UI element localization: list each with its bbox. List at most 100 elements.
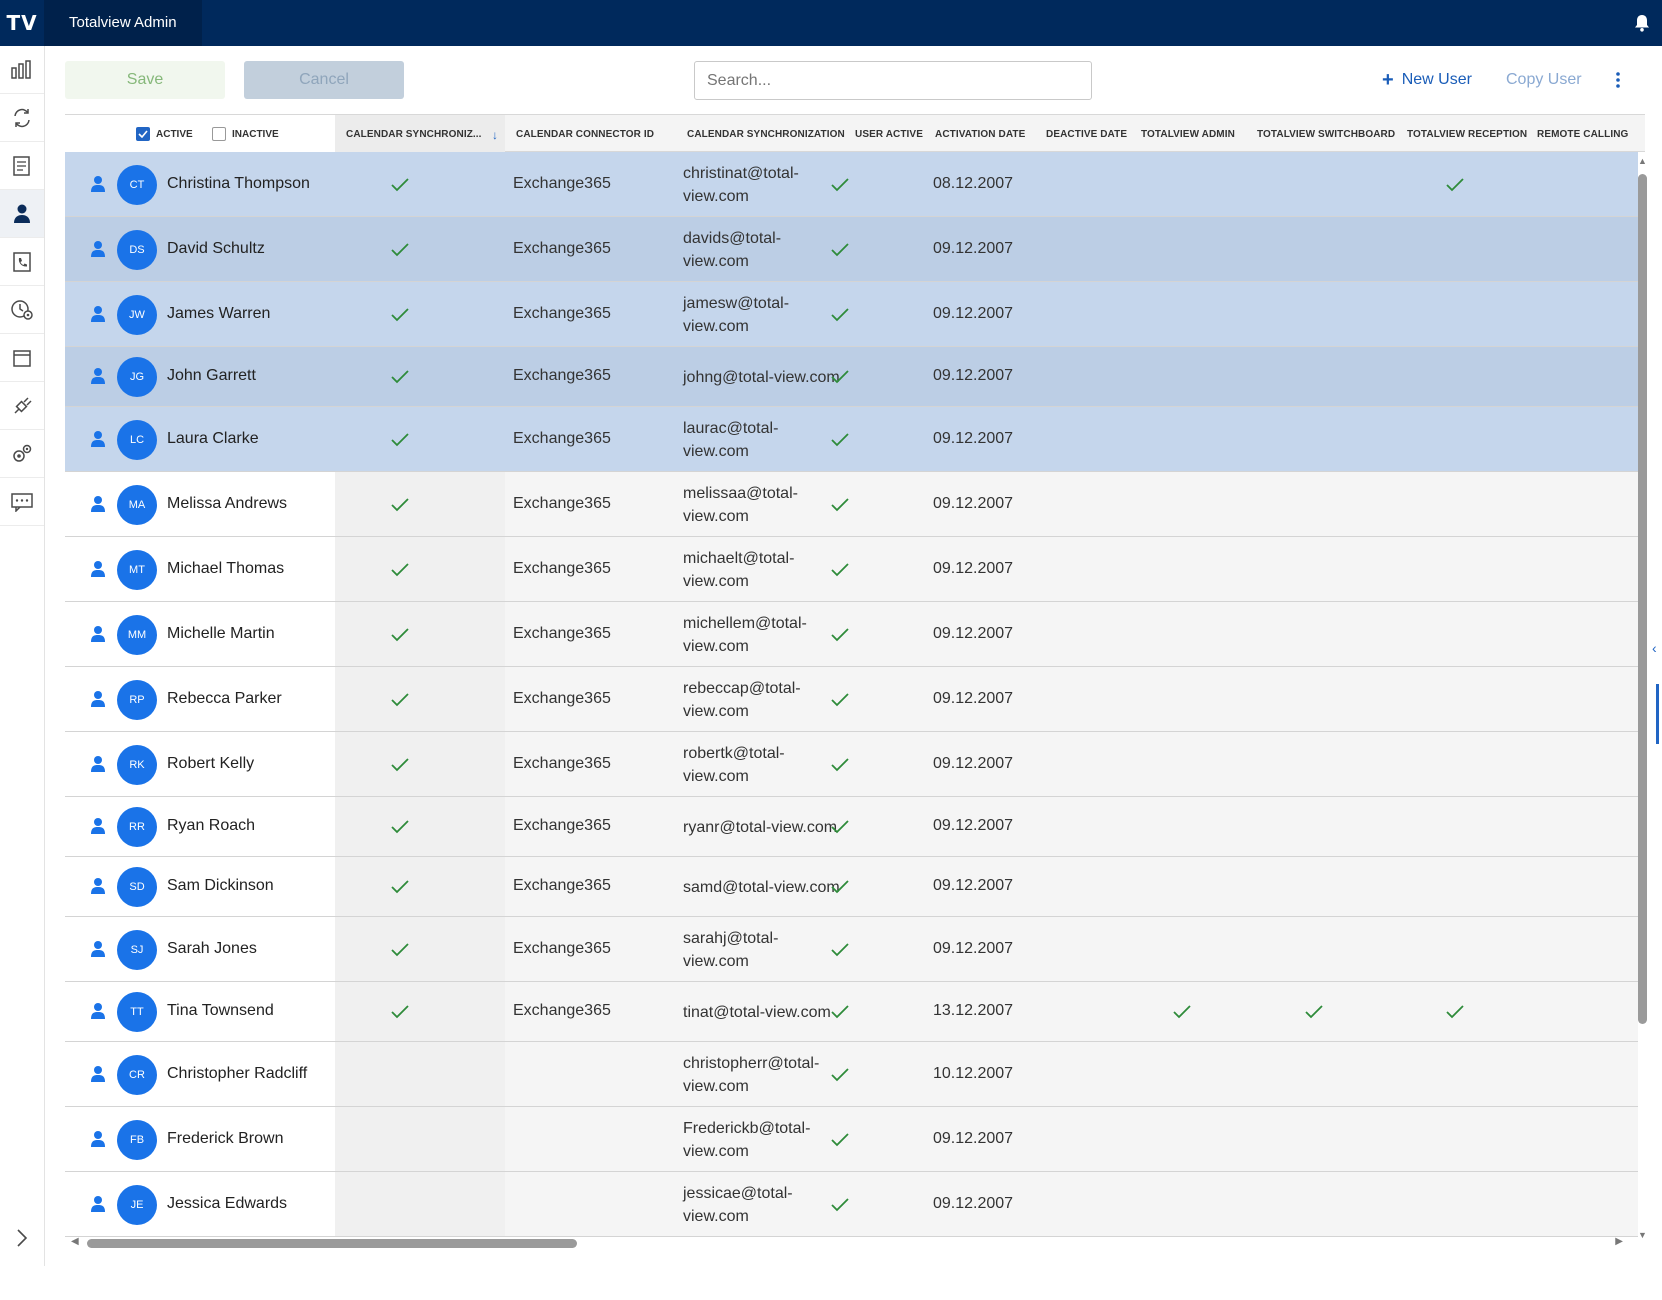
copy-user-button[interactable]: Copy User — [1506, 61, 1582, 99]
user-type-icon — [91, 878, 105, 894]
user-active-check-icon — [831, 757, 849, 771]
activation-date: 09.12.2007 — [933, 689, 1014, 707]
email-cell: michellem@total-view.com — [683, 614, 807, 655]
column-header-totalview-switchboard[interactable]: TOTALVIEW SWITCHBOARD — [1257, 115, 1395, 153]
sync-cell — [335, 1042, 505, 1106]
sidebar-item-settings[interactable] — [0, 430, 44, 478]
table-row[interactable]: MM Michelle Martin Exchange365 michellem@to… — [65, 602, 1638, 667]
column-header-activation-date[interactable]: ACTIVATION DATE — [935, 115, 1025, 153]
horizontal-scroll-thumb[interactable] — [87, 1239, 577, 1248]
column-header-deactive-date[interactable]: DEACTIVE DATE — [1046, 115, 1127, 153]
avatar: MT — [117, 549, 157, 590]
column-header-calendar-sync[interactable]: CALENDAR SYNCHRONIZ... — [346, 115, 482, 153]
email-cell: melissaa@total-view.com — [683, 484, 798, 525]
column-header-connector-id[interactable]: CALENDAR CONNECTOR ID — [516, 115, 654, 153]
plug-icon — [14, 396, 32, 414]
email-cell: michaelt@total-view.com — [683, 549, 795, 590]
chevron-right-icon — [17, 1229, 28, 1247]
table-row[interactable]: CT Christina Thompson Exchange365 christina… — [65, 152, 1638, 217]
table-row[interactable]: RP Rebecca Parker Exchange365 rebeccap@tota… — [65, 667, 1638, 732]
table-row[interactable]: SD Sam Dickinson Exchange365 samd@total-vie… — [65, 857, 1638, 917]
cancel-button[interactable]: Cancel — [244, 61, 404, 99]
new-user-button[interactable]: + New User — [1382, 61, 1472, 99]
sidebar-item-statistics[interactable] — [0, 46, 44, 94]
more-options-button[interactable] — [1608, 61, 1628, 99]
table-row[interactable]: MT Michael Thomas Exchange365 michaelt@tota… — [65, 537, 1638, 602]
sidebar-item-sync[interactable] — [0, 94, 44, 142]
user-active-check-icon — [831, 1067, 849, 1081]
table-row[interactable]: MA Melissa Andrews Exchange365 melissaa@tot… — [65, 472, 1638, 537]
email-cell: christinat@total-view.com — [683, 164, 799, 205]
column-header-totalview-reception[interactable]: TOTALVIEW RECEPTION — [1407, 115, 1527, 153]
inactive-checkbox[interactable] — [212, 127, 226, 141]
table-row[interactable]: FB Frederick Brown Frederickb@total-view.c… — [65, 1107, 1638, 1172]
user-name: Robert Kelly — [167, 754, 255, 772]
table-row[interactable]: DS David Schultz Exchange365 davids@total-v… — [65, 217, 1638, 282]
sidebar-item-calendar[interactable] — [0, 334, 44, 382]
connector-id: Exchange365 — [513, 239, 611, 257]
email-cell: Frederickb@total-view.com — [683, 1119, 811, 1160]
table-row[interactable]: TT Tina Townsend Exchange365 tinat@total-vi… — [65, 982, 1638, 1042]
horizontal-scrollbar[interactable]: ◀ ▶ — [65, 1236, 1625, 1250]
side-panel-handle[interactable] — [1656, 684, 1659, 744]
sidebar-item-documents[interactable] — [0, 142, 44, 190]
email-cell: samd@total-view.com — [683, 879, 840, 896]
scroll-right-arrow[interactable]: ▶ — [1615, 1236, 1623, 1247]
avatar: LC — [117, 419, 157, 460]
side-panel-toggle-icon[interactable]: ‹ — [1652, 640, 1662, 664]
scroll-down-arrow[interactable]: ▼ — [1638, 1230, 1647, 1240]
activation-date: 09.12.2007 — [933, 367, 1014, 384]
sidebar-item-users[interactable] — [0, 190, 44, 238]
active-checkbox[interactable] — [136, 127, 150, 141]
active-filter[interactable]: ACTIVE — [136, 127, 193, 141]
inactive-filter[interactable]: INACTIVE — [212, 127, 279, 141]
column-header-calendar-synchronization[interactable]: CALENDAR SYNCHRONIZATION — [687, 115, 845, 153]
user-active-check-icon — [831, 497, 849, 511]
avatar: JE — [117, 1184, 157, 1225]
table-header: ACTIVE INACTIVE CALENDAR SYNCHRONIZ... ↓… — [65, 114, 1645, 153]
app-title-tab[interactable]: Totalview Admin — [44, 0, 202, 46]
table-row[interactable]: LC Laura Clarke Exchange365 laurac@total-vi… — [65, 407, 1638, 472]
calendar-icon — [13, 349, 31, 367]
table-row[interactable]: JE Jessica Edwards jessicae@total-view.com… — [65, 1172, 1638, 1237]
notification-bell-icon[interactable] — [1632, 13, 1652, 33]
inactive-filter-label: INACTIVE — [232, 128, 279, 140]
document-icon — [13, 155, 30, 176]
table-row[interactable]: RR Ryan Roach Exchange365 ryanr@total-view.… — [65, 797, 1638, 857]
users-table: ACTIVE INACTIVE CALENDAR SYNCHRONIZ... ↓… — [65, 114, 1645, 1262]
table-row[interactable]: JW James Warren Exchange365 jamesw@total-vi… — [65, 282, 1638, 347]
email-cell: ryanr@total-view.com — [683, 819, 838, 836]
user-active-check-icon — [831, 942, 849, 956]
avatar: FB — [117, 1119, 157, 1160]
table-row[interactable]: SJ Sarah Jones Exchange365 sarahj@total-vie… — [65, 917, 1638, 982]
column-header-user-active[interactable]: USER ACTIVE — [855, 115, 923, 153]
scroll-left-arrow[interactable]: ◀ — [71, 1236, 79, 1247]
sort-descending-icon[interactable]: ↓ — [492, 128, 498, 142]
column-header-remote-calling[interactable]: REMOTE CALLING — [1537, 115, 1628, 153]
connector-id: Exchange365 — [513, 689, 611, 707]
app-logo[interactable]: TV — [0, 0, 44, 46]
avatar: JW — [117, 294, 157, 335]
sidebar-item-messages[interactable] — [0, 478, 44, 526]
avatar: RP — [117, 679, 157, 720]
more-vertical-icon — [1616, 72, 1620, 88]
sidebar-item-integrations[interactable] — [0, 382, 44, 430]
sidebar-item-phonebook[interactable] — [0, 238, 44, 286]
search-input[interactable] — [707, 71, 1091, 90]
scroll-up-arrow[interactable]: ▲ — [1638, 156, 1647, 166]
save-button[interactable]: Save — [65, 61, 225, 99]
user-active-check-icon — [831, 1005, 849, 1019]
table-row[interactable]: CR Christopher Radcliff christopherr@total… — [65, 1042, 1638, 1107]
vertical-scrollbar[interactable]: ▲ ▼ — [1634, 152, 1650, 1242]
column-header-totalview-admin[interactable]: TOTALVIEW ADMIN — [1141, 115, 1235, 153]
sync-cell — [335, 797, 505, 856]
sidebar-expand-button[interactable] — [8, 1224, 36, 1252]
sync-cell — [335, 152, 505, 216]
user-type-icon — [91, 755, 105, 772]
connector-id: Exchange365 — [513, 754, 611, 772]
vertical-scroll-thumb[interactable] — [1638, 174, 1647, 1024]
table-row[interactable]: JG John Garrett Exchange365 johng@total-vie… — [65, 347, 1638, 407]
search-box[interactable] — [694, 61, 1092, 100]
table-row[interactable]: RK Robert Kelly Exchange365 robertk@total-v… — [65, 732, 1638, 797]
sidebar-item-time-settings[interactable] — [0, 286, 44, 334]
